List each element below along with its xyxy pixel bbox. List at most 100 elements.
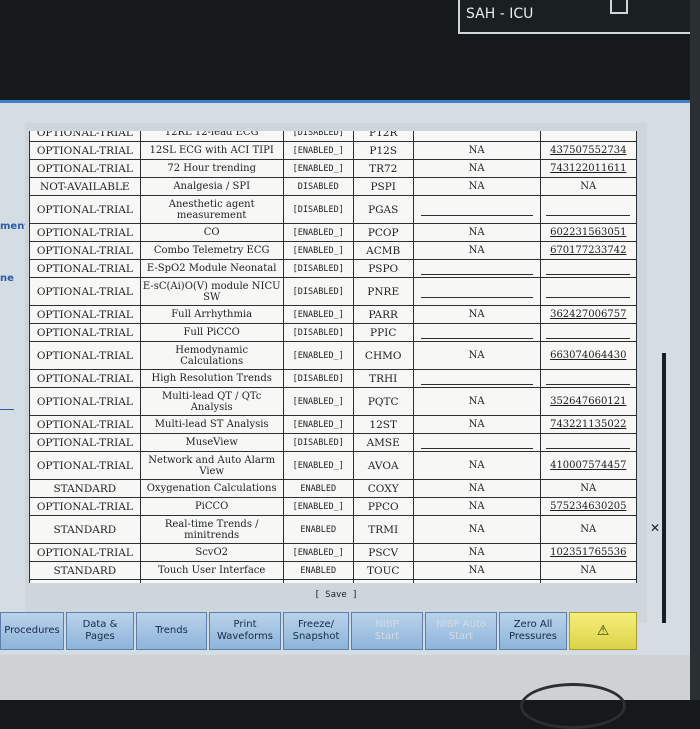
na-cell: NA [412,141,541,160]
table-row[interactable]: OPTIONAL-TRIAL Multi-lead ST Analysis [ENA… [29,415,638,434]
license-cell: STANDARD [29,515,141,544]
code-cell: PQTC [352,387,414,416]
zero-all-pressures-button[interactable]: Zero All Pressures [499,612,567,650]
license-screen: ment ne OPTIONAL-TRIAL 12RL 12-lead ECG … [0,100,690,663]
feature-cell: 12RL 12-lead ECG [139,131,284,142]
status-cell[interactable]: [DISABLED] [282,195,354,224]
table-row[interactable]: OPTIONAL-TRIAL 72 Hour trending [ENABLED_]… [29,159,638,178]
status-cell[interactable]: [ENABLED_] [282,387,354,416]
na-cell [412,369,541,388]
data-pages-button[interactable]: Data & Pages [66,612,134,650]
status-cell[interactable]: [DISABLED] [282,131,354,142]
table-row[interactable]: OPTIONAL-TRIAL 12SL ECG with ACI TIPI [ENA… [29,141,638,160]
table-row[interactable]: OPTIONAL-TRIAL High Resolution Trends [DIS… [29,369,638,388]
table-row[interactable]: OPTIONAL-TRIAL E-sC(Ai)O(V) module NICU S… [29,277,638,306]
code-cell: PPCO [352,497,414,516]
license-cell: OPTIONAL-TRIAL [29,387,141,416]
table-row[interactable]: OPTIONAL-TRIAL CO [ENABLED_] PCOP NA 60223156… [29,223,638,242]
status-cell[interactable]: [ENABLED_] [282,223,354,242]
empty-entry-field[interactable] [546,436,631,449]
code-cell: TR72 [352,159,414,178]
freeze-snapshot-button[interactable]: Freeze/ Snapshot [283,612,349,650]
table-row[interactable]: STANDARD Real-time Trends / minitrends ENA… [29,515,638,544]
feature-cell: Multi-lead QT / QTc Analysis [139,387,284,416]
license-cell: OPTIONAL-TRIAL [29,159,141,178]
empty-entry-field[interactable] [420,436,533,449]
table-row[interactable]: STANDARDVentilation CalculationsENABLEDC… [29,579,638,583]
status-cell[interactable]: [ENABLED_] [282,497,354,516]
status-cell[interactable]: [ENABLED_] [282,141,354,160]
table-row[interactable]: OPTIONAL-TRIAL Anesthetic agent measureme… [29,195,638,224]
license-cell: OPTIONAL-TRIAL [29,241,141,260]
table-row[interactable]: STANDARD Touch User Interface ENABLED TOUC N… [29,561,638,580]
empty-entry-field[interactable] [420,203,533,216]
status-cell[interactable]: [DISABLED] [282,433,354,452]
na-cell [412,277,541,306]
empty-entry-field[interactable] [546,262,631,275]
status-cell[interactable]: DISABLED [282,177,354,196]
code-cell: PSPI [352,177,414,196]
empty-entry-field[interactable] [420,285,533,298]
code-cell: 12ST [352,415,414,434]
table-row[interactable]: OPTIONAL-TRIAL PiCCO [ENABLED_] PPCO NA 57523… [29,497,638,516]
feature-cell: Full Arrhythmia [139,305,284,324]
status-cell[interactable]: [DISABLED] [282,259,354,278]
nibp-auto-start-button[interactable]: NIBP Auto Start [425,612,497,650]
status-cell[interactable]: [DISABLED] [282,277,354,306]
scrollbar[interactable] [662,353,666,623]
table-row[interactable]: OPTIONAL-TRIAL Full PiCCO [DISABLED] PPIC [29,323,638,342]
empty-entry-field[interactable] [420,372,533,385]
empty-entry-field[interactable] [420,326,533,339]
empty-entry-field[interactable] [546,326,631,339]
empty-entry-field[interactable] [546,372,631,385]
table-row[interactable]: OPTIONAL-TRIAL Hemodynamic Calculations [E… [29,341,638,370]
nibp-start-button[interactable]: NIBP Start [351,612,423,650]
status-cell[interactable]: [ENABLED_] [282,451,354,480]
license-cell: OPTIONAL-TRIAL [29,195,141,224]
feature-cell: Combo Telemetry ECG [139,241,284,260]
table-row[interactable]: NOT-AVAILABLE Analgesia / SPI DISABLED PSPI… [29,177,638,196]
table-row[interactable]: OPTIONAL-TRIAL Combo Telemetry ECG [ENABLE… [29,241,638,260]
table-row[interactable]: OPTIONAL-TRIAL ScvO2 [ENABLED_] PSCV NA 10235… [29,543,638,562]
status-cell[interactable]: [DISABLED] [282,369,354,388]
code-cell: PGAS [352,195,414,224]
status-cell[interactable]: [ENABLED_] [282,159,354,178]
empty-entry-field[interactable] [546,285,631,298]
feature-cell: Real-time Trends / minitrends [139,515,284,544]
status-cell[interactable]: [ENABLED_] [282,415,354,434]
na-cell: NA [412,515,541,544]
table-row[interactable]: OPTIONAL-TRIAL E-SpO2 Module Neonatal [DIS… [29,259,638,278]
status-cell[interactable]: [ENABLED_] [282,241,354,260]
license-cell: OPTIONAL-TRIAL [29,451,141,480]
empty-entry-field[interactable] [420,262,533,275]
status-cell[interactable]: ENABLED [282,479,354,498]
license-cell: OPTIONAL-TRIAL [29,497,141,516]
empty-entry-field[interactable] [546,203,631,216]
table-row[interactable]: OPTIONAL-TRIAL MuseView [DISABLED] AMSE [29,433,638,452]
table-row[interactable]: OPTIONAL-TRIAL Network and Auto Alarm Vie… [29,451,638,480]
status-cell[interactable]: ENABLED [282,561,354,580]
key-cell: NA [539,479,638,498]
feature-cell: Analgesia / SPI [139,177,284,196]
procedures-button[interactable]: Procedures [0,612,64,650]
status-cell[interactable]: ENABLED [282,515,354,544]
status-cell[interactable]: [ENABLED_] [282,341,354,370]
close-icon[interactable]: ✕ [650,521,660,535]
status-cell[interactable]: [DISABLED] [282,323,354,342]
alarm-silence-button[interactable]: ⚠ [569,612,637,650]
print-waveforms-button[interactable]: Print Waveforms [209,612,281,650]
table-row[interactable]: STANDARD Oxygenation Calculations ENABLED C… [29,479,638,498]
key-cell [539,259,638,278]
status-cell[interactable]: [ENABLED_] [282,305,354,324]
na-cell [412,195,541,224]
table-row[interactable]: OPTIONAL-TRIAL Multi-lead QT / QTc Analys… [29,387,638,416]
key-cell [539,195,638,224]
trends-button[interactable]: Trends [136,612,207,650]
license-cell: OPTIONAL-TRIAL [29,543,141,562]
license-panel: OPTIONAL-TRIAL 12RL 12-lead ECG [DISABLE… [25,123,647,623]
save-button[interactable]: [ Save ] [25,590,647,600]
key-cell: 663074064430 [539,341,638,370]
status-cell[interactable]: ENABLED [282,579,354,583]
status-cell[interactable]: [ENABLED_] [282,543,354,562]
table-row[interactable]: OPTIONAL-TRIAL Full Arrhythmia [ENABLED_] P… [29,305,638,324]
